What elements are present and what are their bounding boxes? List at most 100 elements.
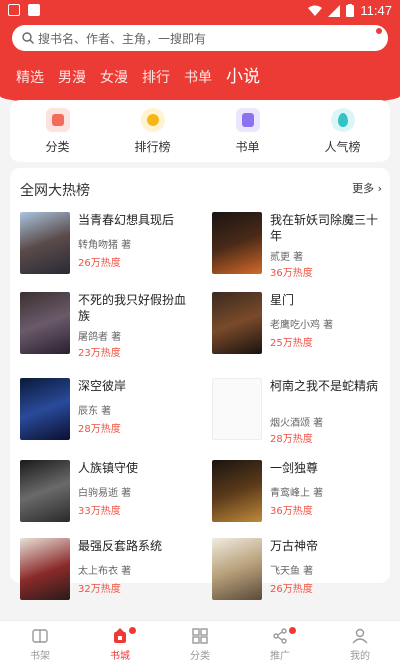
book-author: 飞天鱼 著: [270, 566, 314, 577]
hot-list-title: 全网大热榜: [20, 183, 90, 199]
flame-icon: [330, 107, 355, 132]
book-heat: 26万热度: [78, 258, 121, 269]
book-item[interactable]: 我在斩妖司除魔三十年 贰更 著 36万热度: [212, 212, 392, 279]
bookshelf-icon: [32, 629, 48, 643]
quick-category-button[interactable]: 分类: [18, 107, 98, 155]
tab-male-comics[interactable]: 男漫: [58, 67, 86, 87]
quick-booklist-button[interactable]: 书单: [208, 107, 288, 155]
book-author: 烟火酒颂 著: [270, 418, 324, 429]
book-item[interactable]: 一剑独尊 青鸾峰上 著 36万热度: [212, 460, 392, 524]
notification-icon: [8, 4, 20, 16]
quick-popular-label: 人气榜: [324, 139, 361, 154]
book-heat: 25万热度: [270, 338, 313, 349]
book-author: 青鸾峰上 著: [270, 488, 324, 499]
search-bar[interactable]: 搜书名、作者、主角，一搜即有: [12, 25, 388, 51]
book-cover: [212, 460, 262, 522]
book-title: 当青春幻想具现后: [78, 213, 175, 227]
quick-ranking-label: 排行榜: [134, 139, 171, 154]
quick-category-label: 分类: [45, 139, 70, 154]
book-heat: 23万热度: [78, 348, 121, 359]
app-notification-icon: [28, 4, 40, 16]
tab-ranking[interactable]: 排行: [142, 67, 170, 87]
book-heat: 28万热度: [78, 424, 121, 435]
book-item[interactable]: 万古神帝 飞天鱼 著 26万热度: [212, 538, 392, 602]
category-tabs: 精选 男漫 女漫 排行 书单 小说: [16, 62, 260, 87]
book-heat: 32万热度: [78, 584, 121, 595]
grid-icon: [192, 628, 208, 644]
nav-category-label: 分类: [190, 651, 210, 662]
book-title: 最强反套路系统: [78, 539, 163, 553]
book-item[interactable]: 深空彼岸 辰东 著 28万热度: [20, 378, 200, 442]
nav-profile[interactable]: 我的: [325, 621, 395, 667]
book-title: 一剑独尊: [270, 461, 319, 475]
category-icon: [45, 107, 70, 132]
book-title: 不死的我只好假扮血族: [78, 293, 187, 323]
status-bar: 11:47: [0, 0, 400, 22]
book-item[interactable]: 当青春幻想具现后 转角吻猪 著 26万热度: [20, 212, 200, 276]
bottom-nav: 书架 书城 分类 推广 我的: [0, 620, 400, 667]
book-item[interactable]: 最强反套路系统 太上布衣 著 32万热度: [20, 538, 200, 602]
book-cover: [20, 460, 70, 522]
quick-booklist-label: 书单: [235, 139, 260, 154]
nav-category[interactable]: 分类: [165, 621, 235, 667]
book-heat: 36万热度: [270, 506, 313, 517]
book-item[interactable]: 柯南之我不是蛇精病 烟火酒颂 著 28万热度: [212, 378, 392, 445]
nav-bookstore-badge: [129, 627, 136, 634]
book-cover: [20, 212, 70, 274]
tab-booklist[interactable]: 书单: [184, 67, 212, 87]
nav-bookstore[interactable]: 书城: [85, 621, 155, 667]
book-author: 辰东 著: [78, 406, 112, 417]
book-title: 柯南之我不是蛇精病: [270, 379, 379, 393]
book-author: 贰更 著: [270, 252, 304, 263]
nav-promote-label: 推广: [270, 651, 290, 662]
more-link[interactable]: 更多 ›: [352, 180, 382, 196]
signal-icon: [328, 4, 341, 17]
book-heat: 28万热度: [270, 434, 313, 445]
book-cover: [212, 292, 262, 354]
book-item[interactable]: 不死的我只好假扮血族 屠鸽者 著 23万热度: [20, 292, 200, 359]
book-cover: [20, 538, 70, 600]
hot-list-card: 全网大热榜 更多 › 当青春幻想具现后 转角吻猪 著 26万热度 我在斩妖司除魔…: [10, 168, 392, 600]
share-icon: [273, 628, 287, 644]
book-title: 星门: [270, 293, 295, 307]
quick-entry-card: 分类 排行榜 书单 人气榜: [10, 100, 390, 162]
tab-featured[interactable]: 精选: [16, 67, 44, 87]
tab-novel[interactable]: 小说: [226, 62, 260, 87]
user-icon: [352, 628, 368, 644]
search-badge-dot: [376, 28, 382, 34]
book-title: 万古神帝: [270, 539, 319, 553]
book-cover: [212, 212, 262, 274]
booklist-icon: [235, 107, 260, 132]
book-cover: [212, 538, 262, 600]
search-placeholder: 搜书名、作者、主角，一搜即有: [38, 31, 207, 46]
quick-ranking-button[interactable]: 排行榜: [113, 107, 193, 155]
nav-profile-label: 我的: [350, 651, 370, 662]
battery-icon: [346, 4, 355, 17]
book-author: 转角吻猪 著: [78, 240, 132, 251]
book-item[interactable]: 人族镇守使 白驹易逝 著 33万热度: [20, 460, 200, 524]
book-title: 深空彼岸: [78, 379, 127, 393]
book-heat: 26万热度: [270, 584, 313, 595]
book-author: 白驹易逝 著: [78, 488, 132, 499]
book-cover: [212, 378, 262, 440]
tab-female-comics[interactable]: 女漫: [100, 67, 128, 87]
nav-promote[interactable]: 推广: [245, 621, 315, 667]
book-cover: [20, 378, 70, 440]
book-item[interactable]: 星门 老鹰吃小鸡 著 25万热度: [212, 292, 392, 356]
medal-icon: [140, 107, 165, 132]
book-title: 人族镇守使: [78, 461, 139, 475]
book-author: 屠鸽者 著: [78, 332, 122, 343]
book-heat: 36万热度: [270, 268, 313, 279]
book-author: 老鹰吃小鸡 著: [270, 320, 334, 331]
quick-popular-button[interactable]: 人气榜: [303, 107, 383, 155]
status-time: 11:47: [360, 3, 392, 18]
book-cover: [20, 292, 70, 354]
nav-bookstore-label: 书城: [110, 651, 130, 662]
book-title: 我在斩妖司除魔三十年: [270, 213, 379, 243]
nav-bookshelf[interactable]: 书架: [5, 621, 75, 667]
nav-promote-badge: [289, 627, 296, 634]
bookstore-icon: [114, 628, 126, 643]
book-heat: 33万热度: [78, 506, 121, 517]
book-author: 太上布衣 著: [78, 566, 132, 577]
nav-bookshelf-label: 书架: [30, 651, 50, 662]
